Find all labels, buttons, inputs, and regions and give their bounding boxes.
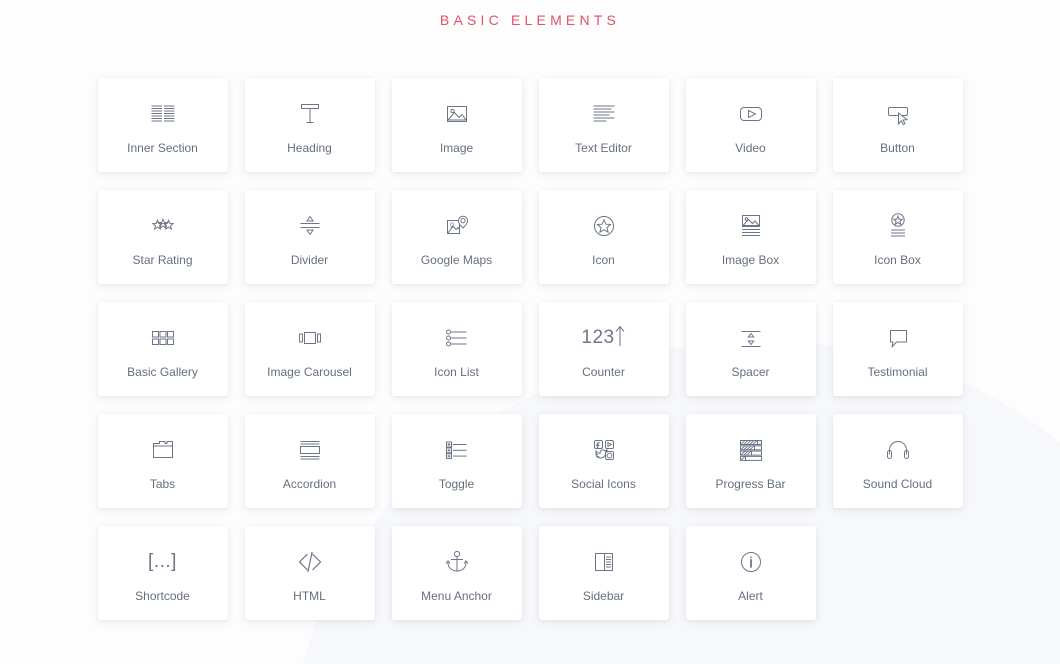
widget-card-label: Basic Gallery [127, 364, 198, 379]
widget-card-html[interactable]: HTML [244, 525, 375, 620]
widget-card-label: Icon [592, 252, 615, 267]
image-icon [442, 94, 472, 134]
menu-anchor-icon [442, 542, 472, 582]
widget-card-label: Google Maps [420, 252, 493, 267]
sound-cloud-icon [883, 430, 913, 470]
widget-card-label: Menu Anchor [421, 588, 492, 603]
widget-card-label: Accordion [282, 476, 337, 491]
google-maps-icon: g [442, 206, 472, 246]
widget-card-testimonial[interactable]: Testimonial [832, 301, 963, 396]
progress-bar-icon [736, 430, 766, 470]
counter-icon: 123 [581, 318, 625, 358]
shortcode-icon-glyph: [...] [148, 550, 177, 572]
alert-icon [736, 542, 766, 582]
widget-card-label: Inner Section [127, 140, 198, 155]
widget-card-sound-cloud[interactable]: Sound Cloud [832, 413, 963, 508]
widget-card-label: Image Box [721, 252, 780, 267]
widget-card-image[interactable]: Image [391, 77, 522, 172]
toggle-icon [442, 430, 472, 470]
svg-text:g: g [450, 221, 454, 228]
widget-card-button[interactable]: Button [832, 77, 963, 172]
widget-card-label: Testimonial [867, 364, 928, 379]
tabs-icon [148, 430, 178, 470]
widget-card-label: Image Carousel [267, 364, 352, 379]
divider-icon [295, 206, 325, 246]
widget-card-image-carousel[interactable]: Image Carousel [244, 301, 375, 396]
widget-card-label: Icon List [434, 364, 479, 379]
widget-card-label: Button [880, 140, 915, 155]
page-title: BASIC ELEMENTS [439, 12, 621, 28]
widget-card-inner-section[interactable]: Inner Section [97, 77, 228, 172]
spacer-icon [736, 318, 766, 358]
widget-card-counter[interactable]: 123 Counter [538, 301, 669, 396]
sidebar-icon [589, 542, 619, 582]
widget-card-menu-anchor[interactable]: Menu Anchor [391, 525, 522, 620]
widget-card-image-box[interactable]: Image Box [685, 189, 816, 284]
widget-card-icon[interactable]: Icon [538, 189, 669, 284]
widget-card-label: Spacer [731, 364, 770, 379]
widget-card-tabs[interactable]: Tabs [97, 413, 228, 508]
text-editor-icon [589, 94, 619, 134]
widget-card-text-editor[interactable]: Text Editor [538, 77, 669, 172]
widget-card-spacer[interactable]: Spacer [685, 301, 816, 396]
icon-box-icon [883, 206, 913, 246]
page-content: BASIC ELEMENTS Inner Section Heading Image… [0, 0, 1060, 620]
widget-card-alert[interactable]: Alert [685, 525, 816, 620]
widget-card-label: Progress Bar [715, 476, 786, 491]
social-icons-icon [589, 430, 619, 470]
html-icon [295, 542, 325, 582]
widget-card-icon-list[interactable]: Icon List [391, 301, 522, 396]
widget-card-label: Sound Cloud [862, 476, 933, 491]
widget-card-social-icons[interactable]: Social Icons [538, 413, 669, 508]
widget-card-shortcode[interactable]: [...] Shortcode [97, 525, 228, 620]
shortcode-icon: [...] [148, 542, 177, 582]
widget-grid: Inner Section Heading Image Text Editor Vide… [97, 77, 963, 620]
widget-card-label: Tabs [149, 476, 176, 491]
heading-icon [295, 94, 325, 134]
widget-card-video[interactable]: Video [685, 77, 816, 172]
widget-card-label: Alert [738, 588, 763, 603]
star-rating-icon [148, 206, 178, 246]
video-icon [736, 94, 766, 134]
icon-star-circle-icon [589, 206, 619, 246]
image-carousel-icon [295, 318, 325, 358]
inner-section-icon [148, 94, 178, 134]
counter-icon-glyph: 123 [581, 326, 615, 348]
image-box-icon [736, 206, 766, 246]
widget-card-label: Toggle [438, 476, 475, 491]
icon-list-icon [442, 318, 472, 358]
widget-card-sidebar[interactable]: Sidebar [538, 525, 669, 620]
basic-gallery-icon [148, 318, 178, 358]
widget-panel-page: BASIC ELEMENTS Inner Section Heading Image… [0, 0, 1060, 664]
counter-up-arrow-icon [614, 325, 626, 347]
widget-card-label: Social Icons [571, 476, 636, 491]
widget-card-label: Star Rating [132, 252, 193, 267]
accordion-icon [295, 430, 325, 470]
widget-card-label: Counter [582, 364, 625, 379]
widget-card-accordion[interactable]: Accordion [244, 413, 375, 508]
widget-card-toggle[interactable]: Toggle [391, 413, 522, 508]
widget-card-label: Text Editor [575, 140, 632, 155]
widget-card-label: HTML [293, 588, 326, 603]
widget-card-heading[interactable]: Heading [244, 77, 375, 172]
widget-card-label: Divider [290, 252, 329, 267]
widget-card-label: Sidebar [582, 588, 625, 603]
widget-card-progress-bar[interactable]: Progress Bar [685, 413, 816, 508]
widget-card-label: Icon Box [874, 252, 921, 267]
widget-card-google-maps[interactable]: g Google Maps [391, 189, 522, 284]
button-icon [883, 94, 913, 134]
widget-card-icon-box[interactable]: Icon Box [832, 189, 963, 284]
widget-card-label: Image [439, 140, 474, 155]
testimonial-icon [883, 318, 913, 358]
widget-card-label: Video [735, 140, 766, 155]
widget-card-star-rating[interactable]: Star Rating [97, 189, 228, 284]
widget-card-label: Heading [287, 140, 332, 155]
widget-card-basic-gallery[interactable]: Basic Gallery [97, 301, 228, 396]
widget-card-label: Shortcode [135, 588, 190, 603]
widget-card-divider[interactable]: Divider [244, 189, 375, 284]
